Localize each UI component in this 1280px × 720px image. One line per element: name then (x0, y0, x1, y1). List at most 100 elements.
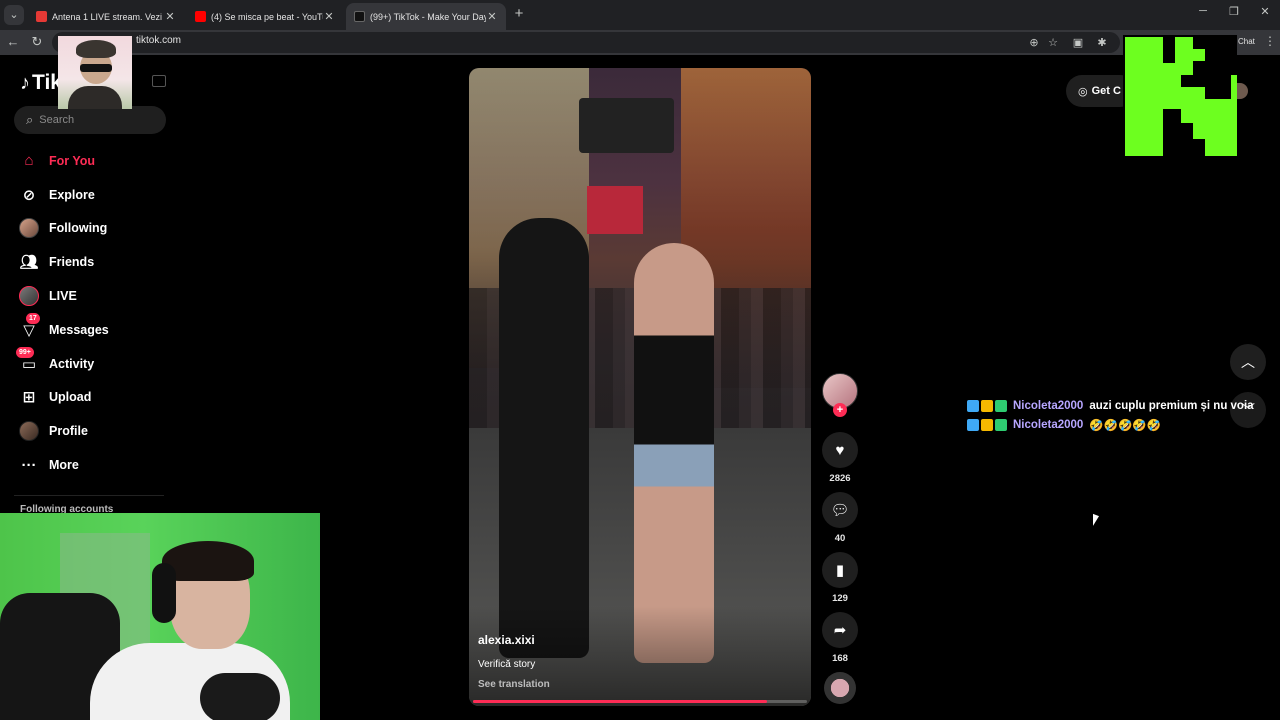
chat-label[interactable]: Chat (1238, 37, 1255, 46)
tab-title: (4) Se misca pe beat - YouTube (211, 11, 323, 22)
home-icon: ⌂ (24, 152, 34, 170)
sidebar-item-more[interactable]: ··· More (18, 448, 178, 482)
comment-count: 40 (834, 533, 846, 544)
sidebar-item-upload[interactable]: ⊞ Upload (18, 381, 178, 415)
follow-plus-icon[interactable]: + (833, 403, 847, 417)
chat-overlay: Nicoleta2000 auzi cuplu premium și nu vo… (967, 396, 1267, 434)
webcam-overlay (0, 513, 320, 720)
sidebar-menu: ⌂ For You ⊘ Explore Following 👥︎ Friends… (16, 144, 178, 482)
restore-icon[interactable]: ❐ (1224, 5, 1244, 18)
more-icon: ··· (21, 456, 37, 474)
extension-icon[interactable]: ▣ (1071, 36, 1085, 50)
puzzle-icon[interactable]: ✱ (1095, 36, 1109, 50)
crown-badge-icon (981, 399, 993, 412)
tab-title: (99+) TikTok - Make Your Day (370, 11, 486, 22)
comment-icon: 💬︎ (830, 502, 850, 519)
get-coins-label: Get C (1091, 85, 1121, 97)
collapse-sidebar-icon[interactable] (152, 75, 166, 87)
sidebar-item-live[interactable]: LIVE (18, 279, 178, 313)
kick-logo-icon (1125, 37, 1237, 156)
tiktok-note-icon: ♪ (20, 71, 30, 94)
sidebar-item-label: Following (49, 221, 108, 236)
badge-icon (967, 399, 979, 412)
search-icon: ⌕ (26, 112, 34, 127)
like-button[interactable]: ♥ (822, 432, 858, 468)
badge-icon (995, 399, 1007, 412)
send-icon: ▽ 17 (18, 312, 40, 341)
badge-icon (967, 418, 979, 431)
chat-message: Nicoleta2000 🤣🤣🤣🤣🤣 (967, 415, 1267, 434)
youtube-favicon-icon (195, 11, 206, 22)
sidebar-item-label: Messages (49, 322, 109, 337)
headphones-icon (152, 563, 176, 623)
friends-icon: 👥︎ (19, 254, 39, 272)
badge-icon (995, 418, 1007, 431)
tab-tiktok[interactable]: (99+) TikTok - Make Your Day ✕ (346, 3, 506, 30)
activity-badge: 99+ (16, 346, 34, 358)
new-tab-button[interactable]: + (510, 5, 528, 23)
bookmark-star-icon[interactable]: ☆ (1046, 36, 1060, 50)
sidebar-item-profile[interactable]: Profile (18, 414, 178, 448)
sidebar-item-explore[interactable]: ⊘ Explore (18, 178, 178, 212)
video-author[interactable]: alexia.xixi (478, 633, 535, 647)
sidebar-item-for-you[interactable]: ⌂ For You (18, 144, 178, 178)
live-avatar (19, 286, 39, 307)
coin-icon: ◎ (1078, 85, 1088, 98)
comment-button[interactable]: 💬︎ (822, 492, 858, 528)
reload-icon[interactable]: ↻ (28, 34, 46, 50)
video-caption: Verifică story (478, 659, 536, 670)
tab-search-button[interactable]: ⌄ (4, 5, 24, 25)
antena-favicon-icon (36, 11, 47, 22)
close-icon[interactable]: ✕ (323, 10, 335, 23)
save-button[interactable]: ▮ (822, 552, 858, 588)
previous-video-button[interactable]: ︿ (1230, 344, 1266, 380)
mouse-cursor-icon (1093, 513, 1099, 529)
sidebar-item-label: Activity (49, 356, 95, 371)
chat-username[interactable]: Nicoleta2000 (1013, 419, 1083, 431)
zoom-icon[interactable]: ⊕ (1027, 36, 1041, 50)
sidebar-item-friends[interactable]: 👥︎ Friends (18, 245, 178, 279)
tab-youtube[interactable]: (4) Se misca pe beat - YouTube ✕ (187, 3, 343, 30)
sidebar-item-following[interactable]: Following (18, 212, 178, 246)
kick-logo-overlay (1123, 35, 1237, 158)
video-progress-fill (473, 700, 767, 703)
microphone-icon (200, 673, 280, 720)
sidebar-item-label: More (49, 458, 79, 473)
streamer-avatar-overlay (58, 36, 132, 109)
search-box[interactable]: ⌕ (14, 106, 166, 134)
activity-icon: ▭ 99+ (16, 346, 40, 375)
back-icon[interactable]: ← (4, 34, 22, 49)
see-translation-link[interactable]: See translation (478, 679, 550, 690)
share-button[interactable]: ➦ (822, 612, 858, 648)
url-text: tiktok.com (136, 35, 182, 46)
chat-text: auzi cuplu premium și nu voia (1089, 399, 1254, 412)
bookmark-icon: ▮ (835, 562, 845, 579)
sidebar-item-label: Upload (49, 390, 92, 405)
menu-kebab-icon[interactable]: ⋮ (1264, 34, 1276, 48)
music-disc-icon[interactable] (824, 672, 856, 704)
chevron-up-icon: ︿ (1241, 354, 1255, 370)
like-count: 2826 (829, 473, 851, 484)
address-bar[interactable] (52, 32, 1120, 53)
compass-icon: ⊘ (22, 186, 36, 204)
heart-icon: ♥ (835, 441, 845, 459)
crown-badge-icon (981, 418, 993, 431)
close-window-icon[interactable]: ✕ (1255, 5, 1275, 18)
video-player[interactable]: alexia.xixi Verifică story See translati… (469, 68, 811, 706)
chat-message: Nicoleta2000 auzi cuplu premium și nu vo… (967, 396, 1267, 415)
video-progress-bar[interactable] (473, 700, 807, 703)
profile-avatar (19, 421, 39, 442)
share-count: 168 (832, 653, 848, 664)
sidebar-item-label: Explore (49, 187, 95, 202)
sidebar-item-label: LIVE (49, 289, 77, 304)
share-arrow-icon: ➦ (833, 622, 847, 639)
sidebar-item-activity[interactable]: ▭ 99+ Activity (16, 346, 178, 381)
close-icon[interactable]: ✕ (486, 10, 498, 23)
close-icon[interactable]: ✕ (164, 10, 176, 23)
search-input[interactable] (39, 114, 150, 126)
sidebar-item-messages[interactable]: ▽ 17 Messages (18, 312, 178, 347)
minimize-icon[interactable]: ─ (1193, 5, 1213, 17)
tab-antena[interactable]: Antena 1 LIVE stream. Vezi online ✕ (28, 3, 184, 30)
chat-username[interactable]: Nicoleta2000 (1013, 400, 1083, 412)
chat-text: 🤣🤣🤣🤣🤣 (1089, 419, 1161, 432)
